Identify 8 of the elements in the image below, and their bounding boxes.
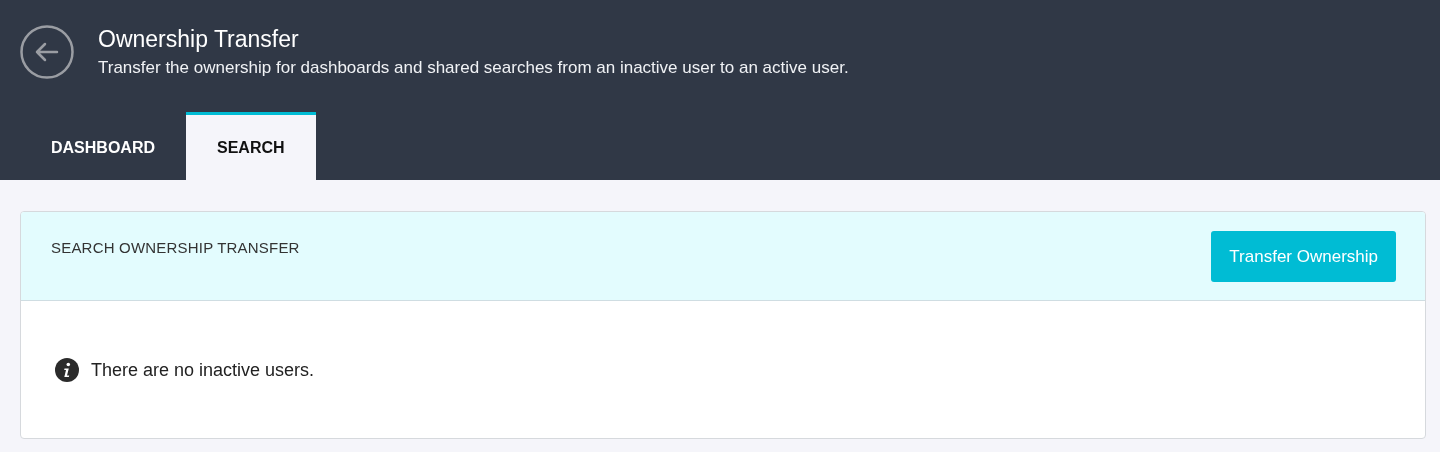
page-title: Ownership Transfer (98, 25, 300, 53)
page-subtitle: Transfer the ownership for dashboards and shared searches from an inactive user to an active user. (98, 57, 849, 79)
back-icon[interactable] (20, 25, 74, 79)
info-icon (55, 358, 79, 382)
tab[interactable]: SEARCH (186, 112, 316, 180)
tab[interactable]: DASHBOARD (20, 112, 186, 180)
empty-message: There are no inactive users. (91, 359, 315, 381)
panel-title: SEARCH OWNERSHIP TRANSFER (51, 239, 300, 256)
